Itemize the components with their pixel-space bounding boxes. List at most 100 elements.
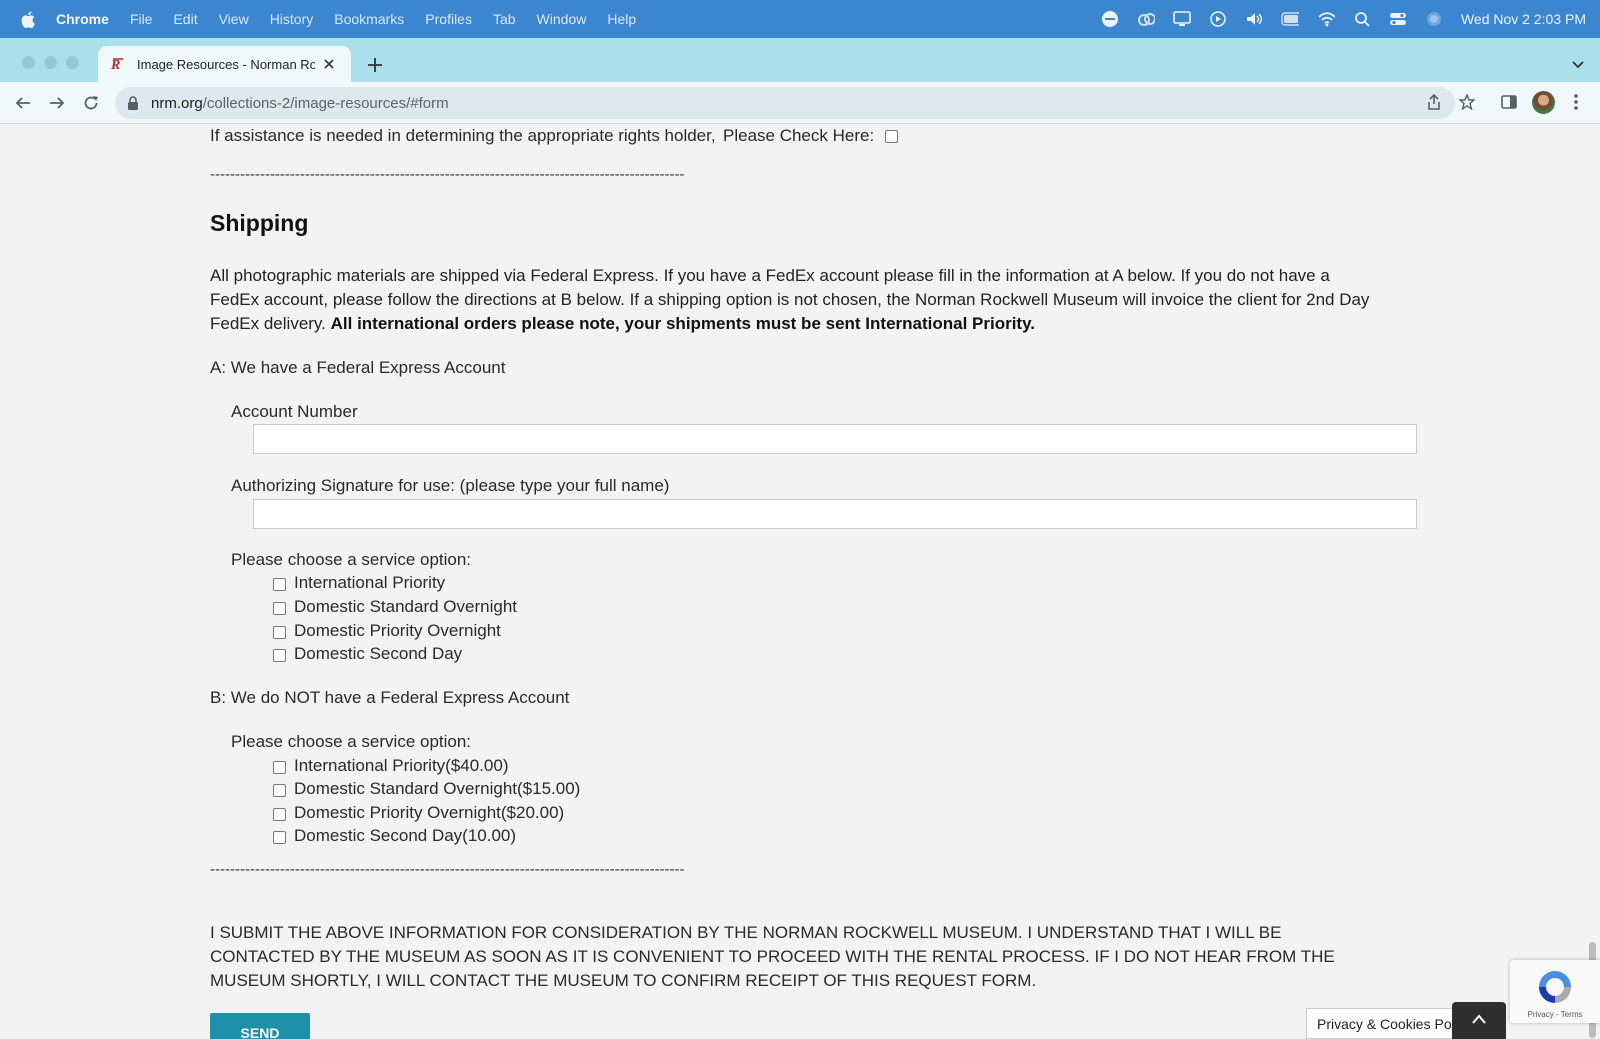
account-number-input[interactable]: [253, 424, 1417, 454]
option-label: Domestic Standard Overnight: [294, 597, 517, 616]
account-number-label: Account Number: [231, 402, 358, 421]
nrm-favicon-icon: R: [110, 56, 127, 73]
reload-icon[interactable]: [81, 93, 101, 113]
option-b-domestic-standard-overnight[interactable]: Domestic Standard Overnight($15.00): [273, 779, 580, 799]
close-tab-icon[interactable]: [321, 56, 337, 72]
profile-avatar[interactable]: [1532, 91, 1555, 114]
battery-icon[interactable]: [1281, 10, 1299, 28]
checkbox[interactable]: [273, 577, 286, 591]
new-tab-icon[interactable]: [364, 54, 386, 76]
play-icon[interactable]: [1209, 10, 1227, 28]
minimize-window-button[interactable]: [44, 56, 57, 69]
menu-edit[interactable]: Edit: [173, 11, 197, 27]
tab-title: Image Resources - Norman Rockwell Museum: [137, 56, 315, 72]
assist-check-row: Please Check Here:: [723, 126, 898, 146]
shipping-description: All photographic materials are shipped v…: [210, 264, 1370, 336]
menu-bookmarks[interactable]: Bookmarks: [334, 11, 404, 27]
option-b-international-priority[interactable]: International Priority($40.00): [273, 756, 509, 776]
option-a-international-priority[interactable]: International Priority: [273, 573, 445, 593]
menu-window[interactable]: Window: [537, 11, 587, 27]
volume-icon[interactable]: [1245, 10, 1263, 28]
bookmark-star-icon[interactable]: [1457, 92, 1477, 112]
option-b-domestic-priority-overnight[interactable]: Domestic Priority Overnight($20.00): [273, 803, 564, 823]
option-label: Domestic Second Day(10.00): [294, 826, 517, 845]
option-b-domestic-second-day[interactable]: Domestic Second Day(10.00): [273, 826, 516, 846]
wifi-icon[interactable]: [1317, 10, 1335, 28]
shipping-heading: Shipping: [210, 210, 309, 236]
tab-image-resources[interactable]: R Image Resources - Norman Rockwell Muse…: [98, 46, 351, 82]
window-controls: [22, 56, 79, 69]
spotlight-search-icon[interactable]: [1353, 10, 1371, 28]
menu-view[interactable]: View: [219, 11, 249, 27]
more-menu-icon[interactable]: [1566, 92, 1586, 112]
control-center-icon[interactable]: [1389, 10, 1407, 28]
creative-cloud-icon[interactable]: [1137, 10, 1155, 28]
page-content: If assistance is needed in determining t…: [0, 124, 1600, 1039]
submission-notice: I SUBMIT THE ABOVE INFORMATION FOR CONSI…: [210, 923, 1335, 990]
signature-label: Authorizing Signature for use: (please t…: [231, 476, 670, 495]
recaptcha-terms[interactable]: Privacy - Terms: [1510, 1010, 1600, 1019]
recaptcha-logo-icon: [1536, 968, 1574, 1006]
checkbox[interactable]: [273, 807, 286, 821]
tab-strip: R Image Resources - Norman Rockwell Muse…: [0, 38, 1600, 82]
back-arrow-icon[interactable]: [13, 93, 33, 113]
share-icon[interactable]: [1424, 92, 1444, 112]
assist-text: If assistance is needed in determining t…: [210, 126, 716, 145]
option-label: Domestic Priority Overnight($20.00): [294, 803, 565, 822]
menubar-clock[interactable]: Wed Nov 2 2:03 PM: [1461, 11, 1586, 27]
section-a-label: A: We have a Federal Express Account: [210, 358, 506, 377]
status-area: Wed Nov 2 2:03 PM: [1101, 0, 1586, 38]
option-a-domestic-second-day[interactable]: Domestic Second Day: [273, 644, 462, 664]
svg-text:R: R: [111, 58, 120, 72]
siri-icon[interactable]: [1425, 10, 1443, 28]
checkbox[interactable]: [273, 625, 286, 639]
close-window-button[interactable]: [22, 56, 35, 69]
divider-bottom: ----------------------------------------…: [210, 861, 685, 878]
option-label: Domestic Second Day: [294, 644, 463, 663]
menu-tab[interactable]: Tab: [493, 11, 516, 27]
section-b-label: B: We do NOT have a Federal Express Acco…: [210, 688, 570, 707]
checkbox[interactable]: [273, 601, 286, 615]
macos-menu-bar: Chrome File Edit View History Bookmarks …: [0, 0, 1600, 38]
back-to-top-button[interactable]: [1452, 1002, 1506, 1039]
url-host: nrm.org: [151, 94, 203, 112]
checkbox[interactable]: [273, 760, 286, 774]
international-notice: All international orders please note, yo…: [330, 314, 1036, 333]
display-icon[interactable]: [1173, 10, 1191, 28]
assist-check-label: Please Check Here:: [723, 126, 875, 145]
privacy-cookies-banner[interactable]: Privacy & Cookies Policy: [1306, 1008, 1466, 1039]
menu-file[interactable]: File: [130, 11, 153, 27]
url-text[interactable]: nrm.org/collections-2/image-resources/#f…: [151, 95, 449, 112]
url-path: /collections-2/image-resources/#form: [202, 94, 449, 112]
service-prompt-a: Please choose a service option:: [231, 550, 472, 569]
zoom-window-button[interactable]: [66, 56, 79, 69]
chevron-down-icon[interactable]: [1570, 56, 1586, 72]
do-not-disturb-icon[interactable]: [1101, 10, 1119, 28]
lock-icon[interactable]: [127, 96, 139, 110]
service-prompt-b: Please choose a service option:: [231, 732, 472, 751]
option-label: International Priority($40.00): [294, 756, 509, 775]
divider-top: ----------------------------------------…: [210, 166, 685, 183]
menu-chrome[interactable]: Chrome: [56, 11, 109, 27]
send-button[interactable]: SEND: [210, 1013, 310, 1039]
address-bar[interactable]: nrm.org/collections-2/image-resources/#f…: [115, 87, 1455, 119]
checkbox[interactable]: [273, 648, 286, 662]
signature-input[interactable]: [253, 499, 1417, 529]
option-label: Domestic Priority Overnight: [294, 621, 501, 640]
menu-help[interactable]: Help: [607, 11, 636, 27]
side-panel-icon[interactable]: [1499, 92, 1519, 112]
recaptcha-badge[interactable]: Privacy - Terms: [1510, 960, 1600, 1023]
checkbox[interactable]: [273, 783, 286, 797]
option-a-domestic-standard-overnight[interactable]: Domestic Standard Overnight: [273, 597, 517, 617]
menu-profiles[interactable]: Profiles: [425, 11, 472, 27]
option-a-domestic-priority-overnight[interactable]: Domestic Priority Overnight: [273, 621, 501, 641]
menu-history[interactable]: History: [270, 11, 314, 27]
checkbox[interactable]: [273, 830, 286, 844]
option-label: International Priority: [294, 573, 446, 592]
apple-icon[interactable]: [20, 10, 36, 28]
forward-arrow-icon[interactable]: [47, 93, 67, 113]
browser-toolbar: nrm.org/collections-2/image-resources/#f…: [0, 82, 1600, 124]
chevron-up-icon: [1471, 1012, 1487, 1030]
option-label: Domestic Standard Overnight($15.00): [294, 779, 581, 798]
assist-checkbox[interactable]: [884, 130, 898, 144]
